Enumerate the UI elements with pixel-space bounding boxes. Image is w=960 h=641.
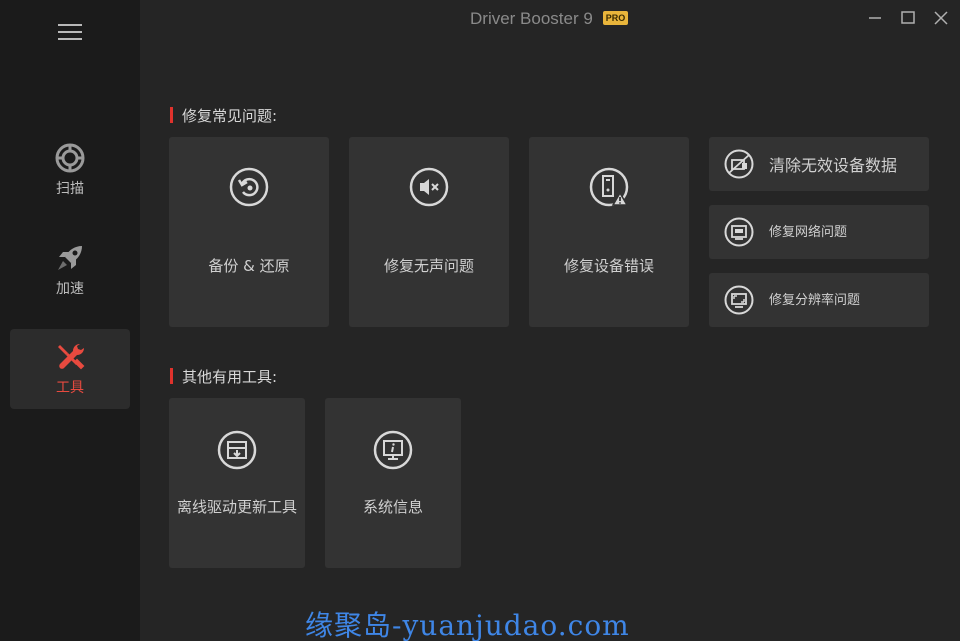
device-warning-icon	[589, 167, 629, 207]
sidebar-item-tools[interactable]: 工具	[10, 329, 130, 409]
fix-network-card[interactable]: 修复网络问题	[709, 205, 929, 259]
rocket-icon	[58, 246, 82, 270]
sidebar-item-scan[interactable]: 扫描	[10, 130, 130, 210]
card-label: 离线驱动更新工具	[177, 498, 298, 516]
card-label: 修复设备错误	[563, 257, 654, 275]
minimize-icon[interactable]	[865, 8, 885, 28]
watermark-text: 缘聚岛-yuanjudao.com	[305, 609, 630, 641]
sidebar-item-boost[interactable]: 加速	[10, 230, 130, 310]
section-title-common-issues: 修复常见问题:	[170, 105, 277, 126]
title-bar: Driver Booster 9 PRO	[140, 0, 960, 38]
card-label: 修复分辨率问题	[769, 293, 861, 308]
menu-icon[interactable]	[58, 24, 82, 40]
app-title: Driver Booster 9	[470, 9, 593, 28]
card-label: 清除无效设备数据	[769, 156, 898, 175]
clean-device-data-card[interactable]: 清除无效设备数据	[709, 137, 929, 191]
network-port-icon	[724, 217, 754, 247]
fix-device-error-card[interactable]: 修复设备错误	[529, 137, 689, 327]
pro-badge: PRO	[603, 11, 628, 25]
maximize-icon[interactable]	[898, 8, 918, 28]
backup-restore-icon	[229, 167, 269, 207]
card-label: 修复网络问题	[769, 225, 848, 240]
clean-device-icon	[724, 149, 754, 179]
sidebar-item-label: 工具	[56, 380, 84, 396]
close-icon[interactable]	[931, 8, 951, 28]
resolution-icon	[724, 285, 754, 315]
offline-download-icon	[217, 430, 257, 470]
offline-driver-updater-card[interactable]: 离线驱动更新工具	[169, 398, 305, 568]
fix-resolution-card[interactable]: 修复分辨率问题	[709, 273, 929, 327]
card-label: 修复无声问题	[383, 257, 474, 275]
system-info-card[interactable]: 系统信息	[325, 398, 461, 568]
tools-icon	[58, 344, 85, 370]
speaker-mute-icon	[409, 167, 449, 207]
system-info-icon	[373, 430, 413, 470]
sidebar-item-label: 扫描	[56, 181, 84, 197]
section-title-other-tools: 其他有用工具:	[170, 366, 277, 387]
scan-icon	[55, 143, 85, 173]
card-label: 系统信息	[362, 498, 423, 516]
sidebar: 扫描 加速 工具	[0, 0, 140, 641]
backup-restore-card[interactable]: 备份 & 还原	[169, 137, 329, 327]
sidebar-item-label: 加速	[56, 281, 84, 297]
fix-no-sound-card[interactable]: 修复无声问题	[349, 137, 509, 327]
card-label: 备份 & 还原	[208, 257, 290, 275]
